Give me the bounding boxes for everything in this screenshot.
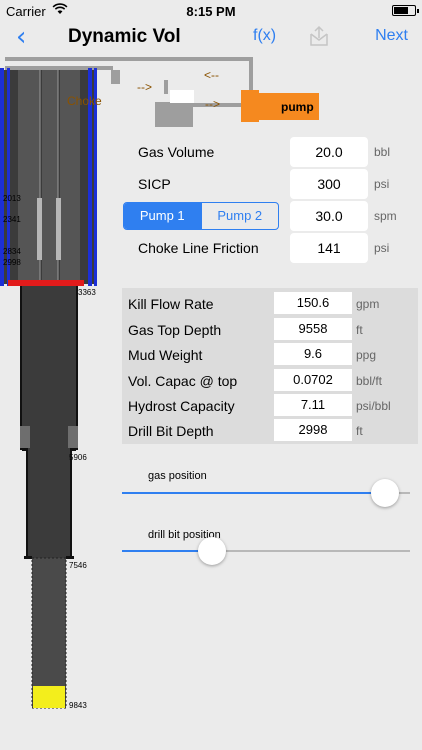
choke-line-friction-label: Choke Line Friction bbox=[138, 240, 259, 256]
calc-label: Mud Weight bbox=[128, 347, 203, 363]
choke-label: Choke bbox=[67, 94, 102, 108]
depth-label: 2013 bbox=[3, 194, 21, 203]
depth-label: 2341 bbox=[3, 215, 21, 224]
pump-rate-unit: spm bbox=[374, 209, 397, 223]
calc-label: Vol. Capac @ top bbox=[128, 373, 238, 389]
choke-valve bbox=[111, 70, 120, 84]
return-arrow: <-- bbox=[204, 68, 219, 82]
calc-row: Kill Flow Rate 150.6 gpm bbox=[122, 292, 418, 316]
calc-label: Gas Top Depth bbox=[128, 322, 222, 338]
calc-value: 9.6 bbox=[274, 343, 352, 365]
gas-volume-unit: bbl bbox=[374, 145, 391, 159]
sicp-field[interactable]: 300 bbox=[290, 169, 368, 199]
calc-value: 0.0702 bbox=[274, 369, 352, 391]
gas-bubble bbox=[33, 686, 65, 708]
calculated-panel: Kill Flow Rate 150.6 gpm Gas Top Depth 9… bbox=[122, 288, 418, 444]
mud-gas-separator bbox=[155, 102, 193, 127]
slider-track-empty bbox=[212, 550, 410, 552]
tool-left bbox=[37, 198, 42, 260]
drill-bit-position-slider[interactable]: drill bit position bbox=[122, 527, 410, 567]
pump-label: pump bbox=[281, 100, 314, 114]
tool-right bbox=[56, 198, 61, 260]
gas-volume-label: Gas Volume bbox=[138, 144, 215, 160]
calc-value: 7.11 bbox=[274, 394, 352, 416]
calc-row: Vol. Capac @ top 0.0702 bbl/ft bbox=[122, 369, 418, 393]
separator-fluid-level bbox=[170, 90, 194, 103]
calc-row: Hydrost Capacity 7.11 psi/bbl bbox=[122, 394, 418, 418]
depth-label: 2998 bbox=[3, 258, 21, 267]
pump-arrow: --> bbox=[205, 97, 220, 111]
sicp-label: SICP bbox=[138, 176, 171, 192]
calc-row: Gas Top Depth 9558 ft bbox=[122, 318, 418, 342]
calc-unit: ft bbox=[356, 323, 363, 337]
pump-rate-field[interactable]: 30.0 bbox=[290, 201, 368, 231]
choke-line-friction-unit: psi bbox=[374, 241, 390, 255]
casing-shoe-right bbox=[68, 426, 78, 448]
calc-label: Drill Bit Depth bbox=[128, 423, 214, 439]
gas-position-slider[interactable]: gas position bbox=[122, 468, 410, 508]
calc-unit: gpm bbox=[356, 297, 380, 311]
calc-row: Mud Weight 9.6 ppg bbox=[122, 343, 418, 367]
sicp-unit: psi bbox=[374, 177, 390, 191]
pump-rate-row: 30.0 spm bbox=[132, 201, 397, 231]
choke-line-friction-row: Choke Line Friction 141 psi bbox=[132, 233, 392, 263]
gas-position-label: gas position bbox=[148, 470, 207, 482]
calc-value: 2998 bbox=[274, 419, 352, 441]
choke-arrow: --> bbox=[137, 80, 152, 94]
calc-unit: ppg bbox=[356, 348, 377, 362]
depth-label: 9843 bbox=[69, 701, 87, 710]
surface-casing bbox=[22, 286, 76, 450]
slider-thumb[interactable] bbox=[198, 537, 227, 565]
depth-label: 3363 bbox=[78, 288, 96, 297]
depth-label: 2834 bbox=[3, 247, 21, 256]
calc-value: 150.6 bbox=[274, 292, 352, 314]
depth-label: 7546 bbox=[69, 561, 87, 570]
pipe-center bbox=[42, 70, 58, 282]
gas-volume-field[interactable]: 20.0 bbox=[290, 137, 368, 167]
red-band bbox=[8, 280, 84, 286]
choke-line-friction-field[interactable]: 141 bbox=[290, 233, 368, 263]
calc-label: Kill Flow Rate bbox=[128, 296, 214, 312]
depth-label: 5906 bbox=[69, 453, 87, 462]
calc-label: Hydrost Capacity bbox=[128, 398, 235, 414]
slider-thumb[interactable] bbox=[371, 479, 400, 507]
sicp-row: SICP 300 psi bbox=[132, 169, 392, 199]
intermediate-casing bbox=[28, 450, 70, 558]
calc-unit: psi/bbl bbox=[356, 399, 391, 413]
calc-unit: bbl/ft bbox=[356, 374, 383, 388]
casing-shoe-left bbox=[20, 426, 30, 448]
slider-track-filled bbox=[122, 492, 386, 494]
open-hole bbox=[32, 558, 66, 708]
calc-unit: ft bbox=[356, 424, 363, 438]
pipe-left bbox=[18, 70, 40, 282]
calc-value: 9558 bbox=[274, 318, 352, 340]
calc-row: Drill Bit Depth 2998 ft bbox=[122, 419, 418, 443]
gas-volume-row: Gas Volume 20.0 bbl bbox=[132, 137, 392, 167]
